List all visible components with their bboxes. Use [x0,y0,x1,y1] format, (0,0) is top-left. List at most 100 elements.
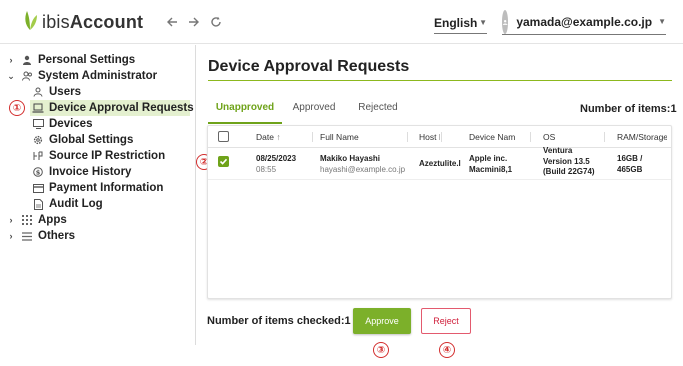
os-build: (Build 22G74) [543,167,595,176]
logo-text: ibisAccount [42,11,144,32]
chevron-right-icon: › [9,215,13,225]
sidebar-item-device-approval-requests[interactable]: Device Approval Requests [30,100,194,116]
sidebar-item-label: Apps [38,214,67,226]
menu-icon [21,230,33,242]
sidebar: › Personal Settings ⌄ System Administrat… [0,45,196,345]
title-divider [208,80,672,81]
app-header: ibisAccount English ▼ yamada@example.co.… [0,0,683,44]
reject-button[interactable]: Reject [421,308,471,334]
checked-count: Number of items checked:1 [207,315,351,327]
table-row[interactable]: 08/25/2023 08:55 Makiko Hayashi hayashi@… [208,146,671,180]
sidebar-item-apps[interactable]: › Apps [6,212,67,228]
sidebar-item-users[interactable]: Users [32,84,81,100]
os-name: Ventura [543,146,573,155]
caret-down-icon: ▼ [658,17,666,26]
sidebar-item-personal-settings[interactable]: › Personal Settings [6,52,136,68]
annotation-marker-1: ① [9,100,25,116]
column-header-full-name[interactable]: Full Name [320,132,400,142]
people-icon [21,70,33,82]
sidebar-item-label: System Administrator [38,70,158,82]
full-name-value: Makiko Hayashi [320,154,381,163]
column-header-host[interactable]: Host I [419,132,440,142]
column-header-os[interactable]: OS [543,132,583,142]
sidebar-item-label: Device Approval Requests [49,102,194,114]
sidebar-item-devices[interactable]: Devices [32,116,92,132]
svg-text:$: $ [36,169,41,177]
storage-value: 465GB [617,165,643,174]
sidebar-item-system-administrator[interactable]: ⌄ System Administrator [6,68,157,84]
ip-restriction-icon [32,150,44,162]
cell-os: Ventura Version 13.5 (Build 22G74) [543,146,603,178]
user-email: yamada@example.co.jp [516,14,653,29]
cell-full-name: Makiko Hayashi hayashi@example.co.jp [320,153,410,175]
active-tab-indicator [208,122,282,124]
device-maker: Apple inc. [469,154,508,163]
arrow-right-icon[interactable] [186,13,202,31]
sidebar-item-invoice-history[interactable]: $ Invoice History [32,164,131,180]
cell-device-name: Apple inc. Macmini8,1 [469,153,529,175]
grid-icon [21,214,33,226]
sidebar-item-audit-log[interactable]: Audit Log [32,196,103,212]
sidebar-item-label: Personal Settings [38,54,136,66]
column-divider [407,132,408,142]
arrow-left-icon[interactable] [164,13,180,31]
sidebar-item-label: Audit Log [49,198,103,210]
item-count: Number of items:1 [580,103,677,115]
tab-approved[interactable]: Approved [282,100,346,124]
approve-button[interactable]: Approve [353,308,411,334]
sidebar-item-label: Global Settings [49,134,134,146]
cell-host: Azeztulite.l [419,159,461,168]
chevron-down-icon: ⌄ [7,70,15,81]
column-divider [441,132,442,142]
device-model: Macmini8,1 [469,165,513,174]
sidebar-item-global-settings[interactable]: Global Settings [32,132,133,148]
ibis-account-logo[interactable]: ibisAccount [22,10,143,34]
credit-card-icon [32,182,44,194]
email-value: hayashi@example.co.jp [320,165,406,174]
arrow-up-icon: ↑ [276,132,281,142]
sidebar-item-payment-information[interactable]: Payment Information [32,180,163,196]
sidebar-item-label: Others [38,230,76,242]
sidebar-item-label: Devices [49,118,93,130]
monitor-icon [32,118,44,130]
language-select[interactable]: English ▼ [434,12,487,34]
user-menu[interactable]: yamada@example.co.jp ▼ [502,9,666,35]
column-header-date[interactable]: Date ↑ [256,132,281,142]
select-all-checkbox[interactable] [218,131,229,142]
reload-icon[interactable] [208,13,224,31]
table-header: Date ↑ Full Name Host I Device Name OS R… [208,126,671,148]
laptop-icon [32,102,44,114]
chevron-right-icon: › [9,55,13,65]
column-divider [604,132,605,142]
sidebar-item-label: Payment Information [49,182,164,194]
sidebar-item-label: Users [49,86,81,98]
cell-ram-storage: 16GB / 465GB [617,153,667,175]
annotation-marker-4: ④ [439,342,455,358]
ram-value: 16GB / [617,154,643,163]
row-checkbox[interactable] [218,156,229,167]
column-divider [312,132,313,142]
sidebar-item-label: Source IP Restriction [49,150,166,162]
sidebar-item-source-ip-restriction[interactable]: Source IP Restriction [32,148,165,164]
device-requests-table: Date ↑ Full Name Host I Device Name OS R… [207,125,672,299]
document-icon [32,198,44,210]
column-label: Date [256,132,274,142]
check-icon [219,158,228,165]
avatar [502,9,509,34]
os-version: Version 13.5 [543,156,590,166]
user-icon [32,86,44,98]
sidebar-item-label: Invoice History [49,166,132,178]
tab-rejected[interactable]: Rejected [346,100,410,124]
column-header-device-name[interactable]: Device Name [469,132,515,142]
language-label: English [434,15,478,30]
leaf-logo-icon [22,9,38,36]
sidebar-item-others[interactable]: › Others [6,228,76,244]
dollar-icon: $ [32,166,44,178]
tab-unapproved[interactable]: Unapproved [208,100,282,124]
chevron-right-icon: › [9,231,13,241]
column-header-ram-storage[interactable]: RAM/Storage [617,132,667,142]
column-divider [530,132,531,142]
time-value: 08:55 [256,165,277,174]
caret-down-icon: ▼ [479,18,487,27]
cell-date: 08/25/2023 08:55 [256,153,296,175]
